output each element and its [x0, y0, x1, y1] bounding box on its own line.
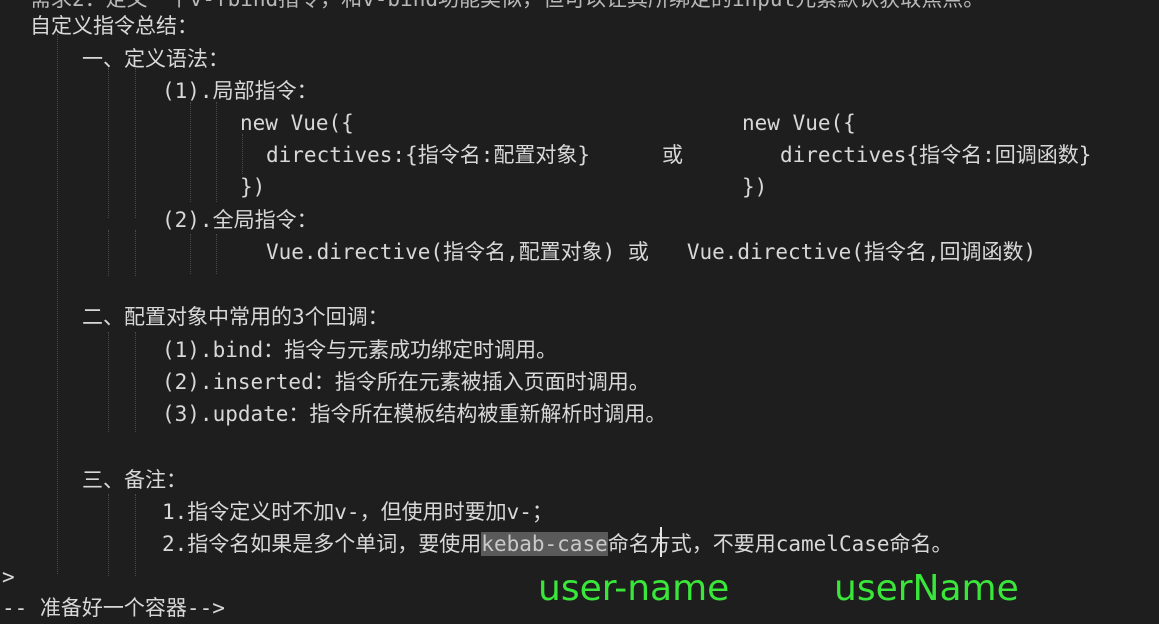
local-code-left-2: directives:{指令名:配置对象}: [266, 143, 591, 167]
note-2: 2.指令名如果是多个单词，要使用kebab-case命名方式，不要用camelC…: [162, 530, 953, 558]
local-code-right-2: directives{指令名:回调函数}: [780, 143, 1092, 167]
summary-title: 自定义指令总结：: [30, 14, 198, 38]
callback-update: (3).update：指令所在模板结构被重新解析时调用。: [162, 402, 667, 426]
note-2-before: 2.指令名如果是多个单词，要使用: [162, 532, 482, 556]
indent-guide: [108, 230, 109, 276]
indent-guide: [108, 332, 109, 432]
indent-guide: [242, 134, 243, 174]
indent-guide: [135, 68, 136, 218]
note-1: 1.指令定义时不加v-，但使用时要加v-；: [162, 500, 553, 524]
text-cursor: [660, 527, 662, 557]
or-separator: 或: [662, 143, 683, 167]
indent-guide: [108, 494, 109, 576]
indent-guide: [135, 332, 136, 432]
local-directive-label: (1).局部指令：: [162, 79, 318, 103]
indent-guide: [108, 68, 109, 218]
local-code-right-1: new Vue({: [742, 111, 856, 135]
kebab-case-example: user-name: [538, 568, 730, 609]
section3-heading: 三、备注：: [82, 468, 187, 492]
indent-guide: [135, 230, 136, 276]
indent-guide: [190, 102, 191, 202]
callback-inserted: (2).inserted：指令所在元素被插入页面时调用。: [162, 370, 650, 394]
comment-line: -- 准备好一个容器-->: [2, 596, 225, 620]
indent-guide: [135, 494, 136, 576]
indent-guide: [57, 34, 58, 574]
section2-heading: 二、配置对象中常用的3个回调：: [82, 305, 389, 329]
local-code-left-1: new Vue({: [240, 111, 354, 135]
close-tag-fragment: >: [2, 565, 15, 589]
global-directive-label: (2).全局指令：: [162, 208, 318, 232]
indent-guide: [216, 234, 217, 274]
local-code-right-3: }): [742, 175, 768, 199]
selected-text[interactable]: kebab-case: [481, 532, 608, 556]
indent-guide: [216, 102, 217, 202]
callback-bind: (1).bind：指令与元素成功绑定时调用。: [162, 338, 558, 362]
section1-heading: 一、定义语法：: [82, 47, 229, 71]
local-code-left-3: }): [240, 175, 266, 199]
global-code-line: Vue.directive(指令名,配置对象) 或 Vue.directive(…: [266, 240, 1037, 264]
camel-case-example: userName: [834, 568, 1019, 609]
indent-guide: [190, 234, 191, 274]
